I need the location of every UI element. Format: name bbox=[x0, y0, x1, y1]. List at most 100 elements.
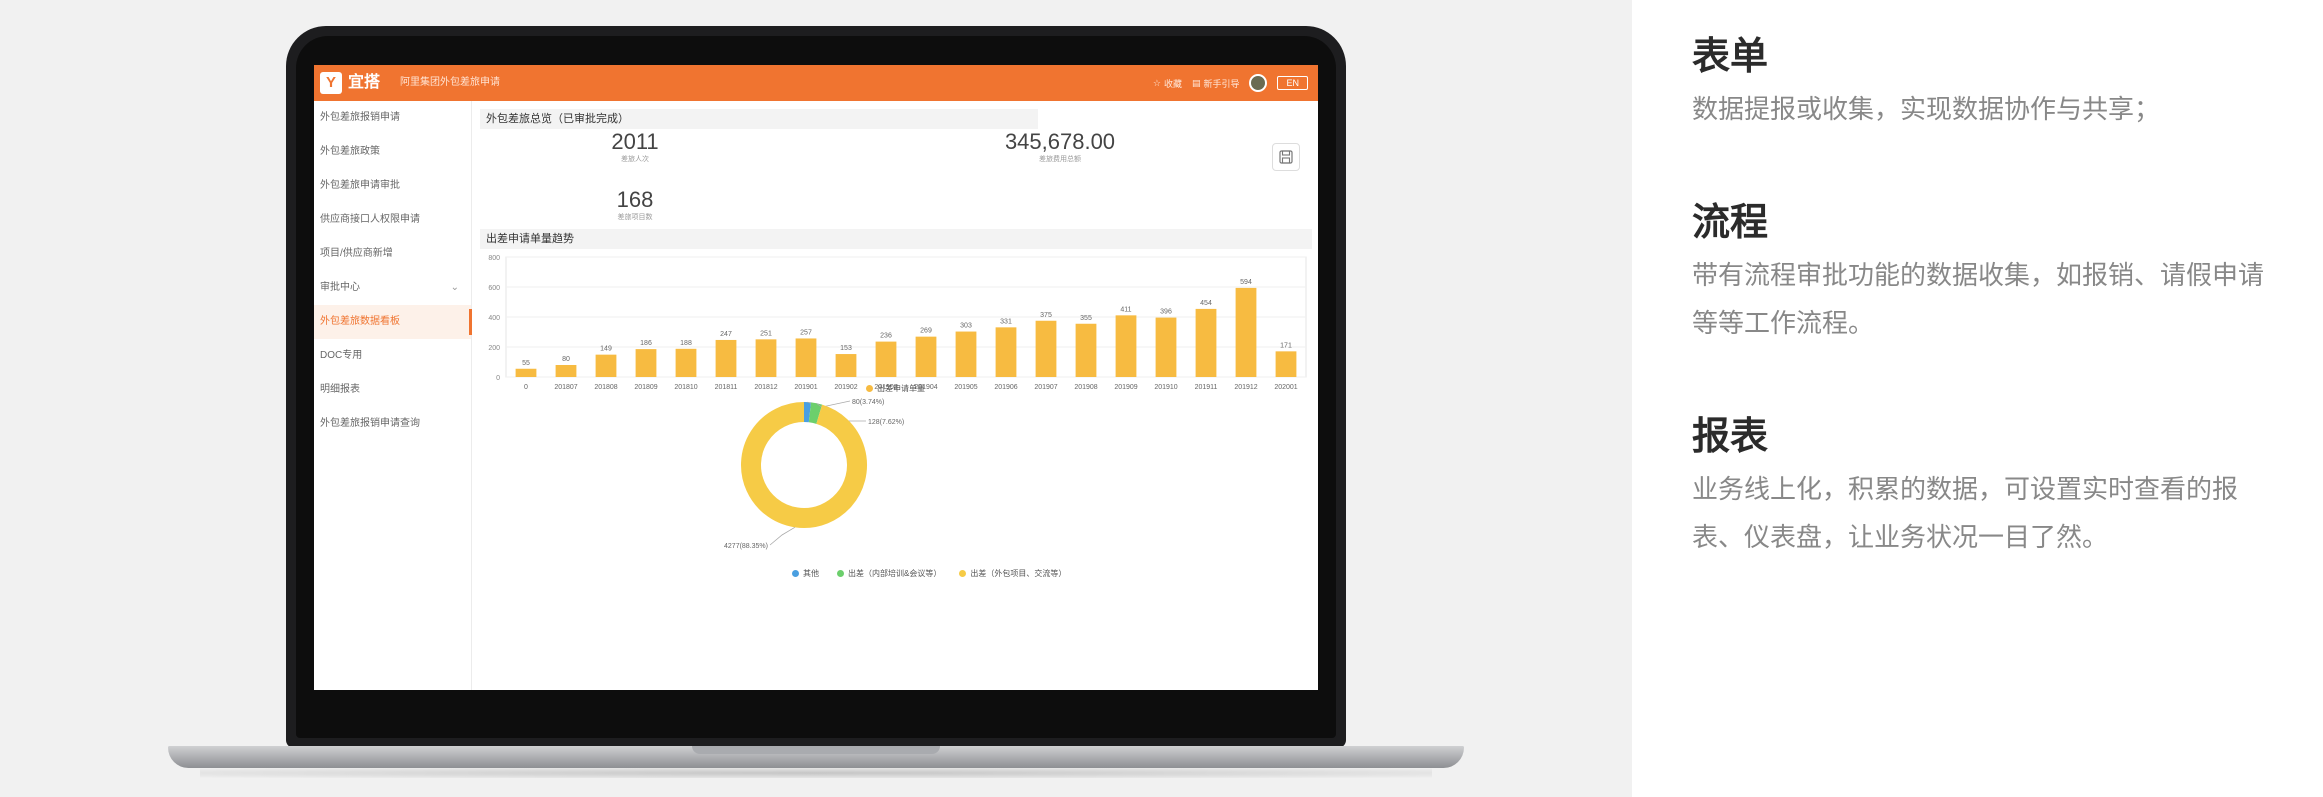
bar-legend-dot bbox=[866, 385, 873, 392]
stat-trips-label: 差旅人次 bbox=[621, 156, 649, 163]
feature-form: 表单 数据提报或收集，实现数据协作与共享； bbox=[1692, 34, 2272, 134]
stat-projects-value: 168 bbox=[616, 187, 654, 212]
bar bbox=[915, 336, 937, 377]
sidebar-item[interactable]: 外包差旅数据看板 bbox=[314, 305, 472, 339]
x-tick-label: 201912 bbox=[1234, 384, 1257, 391]
bar-data-label: 454 bbox=[1200, 300, 1212, 307]
x-tick-label: 201811 bbox=[715, 384, 738, 391]
app-title: 阿里集团外包差旅申请 bbox=[400, 77, 500, 88]
user-avatar[interactable] bbox=[1249, 74, 1268, 92]
sidebar-item[interactable]: 外包差旅申请审批 bbox=[314, 169, 471, 203]
donut-chart: 80(3.74%) 128(7.62%) 4277(88.35%) bbox=[724, 399, 904, 550]
bar bbox=[1115, 315, 1137, 377]
bar bbox=[755, 339, 777, 377]
sidebar-item-label: 项目/供应商新增 bbox=[320, 248, 393, 259]
feature-form-desc: 数据提报或收集，实现数据协作与共享； bbox=[1692, 95, 2161, 125]
laptop-shadow bbox=[200, 768, 1432, 778]
stat-cost-value: 345,678.00 bbox=[1004, 129, 1116, 154]
x-tick-label: 201807 bbox=[554, 384, 577, 391]
feature-process: 流程 带有流程审批功能的数据收集，如报销、请假申请等等工作流程。 bbox=[1692, 200, 2272, 348]
feature-process-desc: 带有流程审批功能的数据收集，如报销、请假申请等等工作流程。 bbox=[1692, 261, 2265, 339]
sidebar-item[interactable]: 外包差旅政策 bbox=[314, 135, 471, 169]
sidebar-item[interactable]: 供应商接口人权限申请 bbox=[314, 203, 471, 237]
bar-data-label: 331 bbox=[1000, 318, 1012, 325]
sidebar-item-label: 明细报表 bbox=[320, 384, 360, 395]
x-tick-label: 201810 bbox=[674, 384, 697, 391]
sidebar-item-label: 外包差旅报销申请查询 bbox=[320, 418, 420, 429]
donut-legend: 其他 出差（内部培训&会议等） 出差（外包项目、交流等） bbox=[792, 568, 1066, 579]
app-logo-icon[interactable]: Y bbox=[320, 72, 342, 94]
chevron-down-icon: ⌄ bbox=[450, 282, 459, 293]
x-tick-label: 201901 bbox=[794, 384, 817, 391]
x-tick-label: 201907 bbox=[1034, 384, 1057, 391]
feature-process-title: 流程 bbox=[1692, 200, 1769, 244]
donut-legend-dot bbox=[792, 570, 799, 577]
x-tick-label: 201911 bbox=[1195, 384, 1218, 391]
slice-data-label: 80(3.74%) bbox=[852, 399, 884, 406]
sidebar-item-label: 外包差旅申请审批 bbox=[320, 180, 400, 191]
sidebar-item-label: 外包差旅报销申请 bbox=[320, 112, 400, 123]
donut-legend-dot bbox=[837, 570, 844, 577]
stat-projects: 168 差旅项目数 bbox=[580, 187, 690, 223]
bar bbox=[715, 339, 737, 377]
bar-data-label: 171 bbox=[1280, 342, 1292, 349]
bar-legend-item[interactable]: 出差申请单量 bbox=[866, 383, 925, 394]
bar bbox=[675, 348, 697, 377]
bar-data-label: 186 bbox=[640, 340, 652, 347]
guide-button[interactable]: ▤ 新手引导 bbox=[1192, 77, 1240, 90]
bar-data-label: 80 bbox=[562, 356, 570, 363]
donut-legend-label: 其他 bbox=[803, 569, 819, 578]
bar bbox=[835, 354, 857, 377]
feature-form-title: 表单 bbox=[1692, 34, 1769, 78]
favorite-label: 收藏 bbox=[1163, 78, 1182, 89]
sidebar-item[interactable]: 审批中心 ⌄ bbox=[314, 271, 471, 305]
app-header: Y 宜搭 阿里集团外包差旅申请 ☆ 收藏 ▤ 新手引导 EN bbox=[314, 65, 1318, 101]
bar bbox=[955, 331, 977, 377]
y-tick-label: 400 bbox=[488, 315, 500, 322]
bar bbox=[1275, 351, 1297, 377]
x-tick-label: 201910 bbox=[1154, 384, 1177, 391]
sidebar-item[interactable]: 明细报表 bbox=[314, 373, 471, 407]
bar-legend-label: 出差申请单量 bbox=[877, 384, 925, 393]
feature-report-title: 报表 bbox=[1692, 414, 1769, 458]
bar-data-label: 375 bbox=[1040, 312, 1052, 319]
bar-data-label: 188 bbox=[680, 340, 692, 347]
app-logo-text[interactable]: 宜搭 bbox=[348, 72, 380, 94]
x-tick-label: 201812 bbox=[754, 384, 777, 391]
bar bbox=[595, 354, 617, 377]
bar-data-label: 396 bbox=[1160, 309, 1172, 316]
bar-chart: 0 200 400 600 800 55 0 80 201807 149 201808 186 2018… bbox=[488, 255, 1307, 391]
donut-legend-item[interactable]: 出差（内部培训&会议等） bbox=[837, 568, 941, 579]
bar bbox=[1235, 287, 1257, 377]
sidebar: 外包差旅报销申请外包差旅政策外包差旅申请审批供应商接口人权限申请项目/供应商新增… bbox=[314, 101, 472, 690]
x-tick-label: 201908 bbox=[1074, 384, 1097, 391]
save-button[interactable] bbox=[1272, 143, 1300, 171]
x-tick-label: 201906 bbox=[994, 384, 1017, 391]
language-toggle[interactable]: EN bbox=[1277, 76, 1308, 90]
bar-data-label: 257 bbox=[800, 329, 812, 336]
sidebar-item[interactable]: DOC专用 bbox=[314, 339, 471, 373]
main-content: 外包差旅总览（已审批完成） 2011 差旅人次 345,678.00 差旅费用总… bbox=[480, 109, 1312, 684]
x-tick-label: 201808 bbox=[594, 384, 617, 391]
sidebar-item[interactable]: 外包差旅报销申请 bbox=[314, 101, 471, 135]
sidebar-item-label: 审批中心 bbox=[320, 282, 360, 293]
donut-legend-item[interactable]: 其他 bbox=[792, 568, 819, 579]
slice-leader-line bbox=[769, 526, 796, 546]
favorite-button[interactable]: ☆ 收藏 bbox=[1153, 77, 1182, 90]
sidebar-item[interactable]: 项目/供应商新增 bbox=[314, 237, 471, 271]
x-tick-label: 201902 bbox=[834, 384, 857, 391]
save-icon bbox=[1279, 150, 1293, 164]
donut-legend-label: 出差（内部培训&会议等） bbox=[848, 569, 942, 578]
feature-report-desc: 业务线上化，积累的数据，可设置实时查看的报表、仪表盘，让业务状况一目了然。 bbox=[1692, 475, 2239, 553]
x-tick-label: 0 bbox=[524, 384, 528, 391]
bar-data-label: 269 bbox=[920, 328, 932, 335]
donut-legend-item[interactable]: 出差（外包项目、交流等） bbox=[959, 568, 1066, 579]
star-icon: ☆ bbox=[1152, 77, 1161, 88]
bar-data-label: 149 bbox=[600, 346, 612, 353]
stat-cost: 345,678.00 差旅费用总额 bbox=[970, 129, 1150, 165]
stat-trips-value: 2011 bbox=[611, 129, 659, 154]
sidebar-item[interactable]: 外包差旅报销申请查询 bbox=[314, 407, 471, 441]
bar bbox=[1195, 308, 1217, 377]
bar bbox=[635, 349, 657, 377]
x-tick-label: 202001 bbox=[1274, 384, 1297, 391]
